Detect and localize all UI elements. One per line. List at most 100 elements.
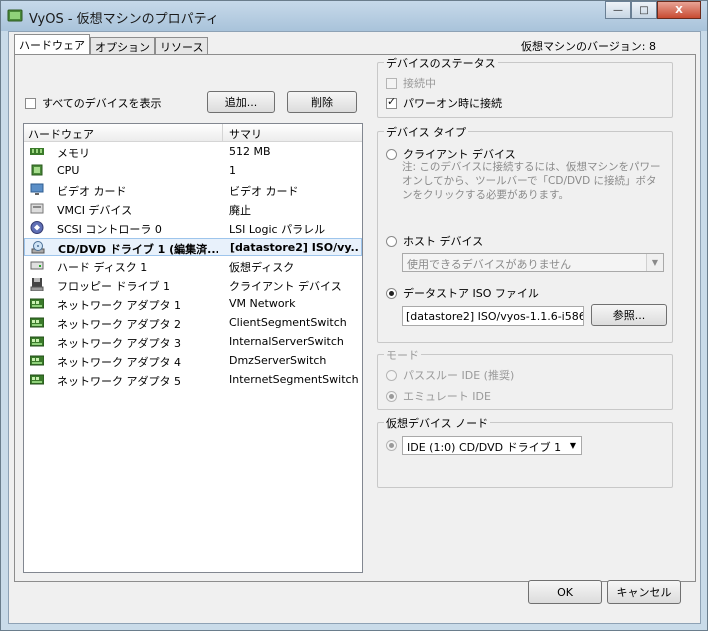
hardware-row[interactable]: ネットワーク アダプタ 2 ClientSegmentSwitch: [24, 314, 362, 332]
hardware-row-summary: InternalServerSwitch: [229, 335, 344, 348]
tab-strip: ハードウェア オプション リソース: [14, 34, 209, 55]
hardware-row[interactable]: SCSI コントローラ 0 LSI Logic パラレル: [24, 219, 362, 237]
client-device-note: 注: このデバイスに接続するには、仮想マシンをパワーオンしてから、ツールバーで「…: [402, 161, 661, 201]
mode-title: モード: [384, 347, 421, 363]
hardware-list-header: ハードウェア サマリ: [24, 124, 362, 142]
cd-dvd-icon: [31, 241, 45, 254]
host-device-select[interactable]: 使用できるデバイスがありません ▼: [402, 253, 664, 272]
hardware-row-name: VMCI デバイス: [57, 204, 133, 217]
hardware-row-name: ビデオ カード: [57, 185, 127, 198]
cancel-button[interactable]: キャンセル: [607, 580, 681, 604]
host-device-radio[interactable]: ホスト デバイス: [386, 233, 483, 249]
column-header-summary[interactable]: サマリ: [229, 126, 262, 142]
connected-checkbox[interactable]: 接続中: [386, 75, 436, 91]
hardware-row[interactable]: CD/DVD ドライブ 1 (編集済... [datastore2] ISO/vy…: [24, 238, 362, 256]
hardware-row[interactable]: ビデオ カード ビデオ カード: [24, 181, 362, 199]
window-title: VyOS - 仮想マシンのプロパティ: [29, 12, 219, 27]
show-all-devices-label: すべてのデバイスを表示: [42, 97, 162, 110]
virtual-device-node-radio[interactable]: [386, 440, 397, 451]
network-adapter-icon: [29, 316, 45, 329]
connect-at-power-on-box[interactable]: [386, 95, 397, 109]
browse-button[interactable]: 参照...: [591, 304, 667, 326]
hardware-row-summary: 仮想ディスク: [229, 261, 295, 274]
cpu-icon: [30, 164, 44, 177]
hardware-row[interactable]: メモリ 512 MB: [24, 143, 362, 161]
hardware-row[interactable]: ネットワーク アダプタ 1 VM Network: [24, 295, 362, 313]
datastore-iso-label: データストア ISO ファイル: [403, 287, 539, 300]
hardware-row-summary: クライアント デバイス: [229, 280, 342, 293]
device-type-group: デバイス タイプ クライアント デバイス 注: このデバイスに接続するには、仮想…: [377, 124, 673, 343]
ok-button[interactable]: OK: [528, 580, 602, 604]
title-bar[interactable]: VyOS - 仮想マシンのプロパティ — □ X: [1, 1, 707, 31]
hardware-row-summary: DmzServerSwitch: [229, 354, 327, 367]
host-device-select-value: 使用できるデバイスがありません: [407, 258, 572, 271]
hardware-tab-panel: すべてのデバイスを表示 追加... 削除 ハードウェア サマリ メモリ 512 M…: [14, 54, 696, 582]
datastore-iso-path-value: [datastore2] ISO/vyos-1.1.6-i586.iso: [406, 310, 583, 323]
hardware-row-name: ネットワーク アダプタ 5: [57, 375, 181, 388]
hardware-row-summary: ClientSegmentSwitch: [229, 316, 347, 329]
hardware-row[interactable]: ネットワーク アダプタ 4 DmzServerSwitch: [24, 352, 362, 370]
hardware-row-summary: ビデオ カード: [229, 185, 299, 198]
show-all-devices-checkbox[interactable]: すべてのデバイスを表示: [25, 95, 161, 111]
vm-properties-window: VyOS - 仮想マシンのプロパティ — □ X ハードウェア オプション リソ…: [0, 0, 708, 631]
virtual-device-node-select[interactable]: IDE (1:0) CD/DVD ドライブ 1 ▼: [402, 436, 582, 455]
hardware-row-summary: 512 MB: [229, 145, 271, 158]
vmci-device-icon: [30, 202, 44, 215]
close-button[interactable]: X: [657, 1, 701, 19]
hardware-row[interactable]: VMCI デバイス 廃止: [24, 200, 362, 218]
tab-options[interactable]: オプション: [90, 37, 155, 55]
hardware-row-summary: InternetSegmentSwitch: [229, 373, 359, 386]
hardware-row[interactable]: フロッピー ドライブ 1 クライアント デバイス: [24, 276, 362, 294]
hardware-row[interactable]: CPU 1: [24, 162, 362, 180]
host-device-radio-dot[interactable]: [386, 235, 397, 247]
video-card-icon: [30, 183, 44, 196]
emulate-ide-radio-dot[interactable]: [386, 390, 397, 402]
show-all-devices-box[interactable]: [25, 97, 36, 109]
hardware-row[interactable]: ネットワーク アダプタ 5 InternetSegmentSwitch: [24, 371, 362, 389]
vm-icon: [7, 9, 23, 22]
memory-icon: [30, 145, 44, 158]
add-button[interactable]: 追加...: [207, 91, 275, 113]
hardware-row-name: SCSI コントローラ 0: [57, 223, 162, 236]
maximize-button[interactable]: □: [631, 1, 657, 19]
device-status-title: デバイスのステータス: [384, 55, 498, 71]
chevron-down-icon: ▼: [646, 254, 663, 271]
connected-box[interactable]: [386, 77, 397, 89]
hardware-list[interactable]: ハードウェア サマリ メモリ 512 MB CPU 1 ビデオ カード ビデオ カード VM…: [23, 123, 363, 573]
hardware-row-summary: 1: [229, 164, 236, 177]
hardware-row-name: フロッピー ドライブ 1: [57, 280, 170, 293]
passthrough-ide-label: パススルー IDE (推奨): [403, 369, 515, 382]
datastore-iso-radio-dot[interactable]: [386, 287, 397, 299]
floppy-drive-icon: [30, 278, 44, 292]
hardware-row-summary: LSI Logic パラレル: [229, 223, 326, 236]
minimize-button[interactable]: —: [605, 1, 631, 19]
dialog-client: ハードウェア オプション リソース 仮想マシンのバージョン: 8 すべてのデバイ…: [8, 31, 701, 624]
hardware-row-name: ネットワーク アダプタ 3: [57, 337, 181, 350]
connect-at-power-on-checkbox[interactable]: パワーオン時に接続: [386, 95, 502, 111]
hardware-row-name: ネットワーク アダプタ 2: [57, 318, 181, 331]
remove-button[interactable]: 削除: [287, 91, 357, 113]
hardware-row-summary: [datastore2] ISO/vy...: [230, 241, 360, 254]
hardware-row-name: メモリ: [57, 147, 90, 160]
passthrough-ide-radio-dot[interactable]: [386, 369, 397, 381]
mode-group: モード パススルー IDE (推奨) エミュレート IDE: [377, 347, 673, 410]
network-adapter-icon: [29, 297, 45, 310]
virtual-device-node-group: 仮想デバイス ノード IDE (1:0) CD/DVD ドライブ 1 ▼: [377, 415, 673, 488]
passthrough-ide-radio[interactable]: パススルー IDE (推奨): [386, 367, 514, 383]
network-adapter-icon: [29, 373, 45, 386]
tab-hardware[interactable]: ハードウェア: [14, 34, 90, 55]
hardware-row-summary: VM Network: [229, 297, 296, 310]
column-header-hardware[interactable]: ハードウェア: [28, 126, 94, 142]
hardware-row[interactable]: ネットワーク アダプタ 3 InternalServerSwitch: [24, 333, 362, 351]
tab-resources[interactable]: リソース: [155, 37, 209, 55]
datastore-iso-path-input[interactable]: [datastore2] ISO/vyos-1.1.6-i586.iso: [402, 306, 584, 326]
emulate-ide-radio[interactable]: エミュレート IDE: [386, 388, 491, 404]
network-adapter-icon: [29, 354, 45, 367]
virtual-device-node-title: 仮想デバイス ノード: [384, 415, 491, 431]
hardware-row-name: ハード ディスク 1: [57, 261, 148, 274]
datastore-iso-radio[interactable]: データストア ISO ファイル: [386, 285, 539, 301]
hardware-row[interactable]: ハード ディスク 1 仮想ディスク: [24, 257, 362, 275]
hard-disk-icon: [30, 259, 44, 272]
client-device-radio-dot[interactable]: [386, 148, 397, 160]
chevron-down-icon: ▼: [565, 437, 581, 454]
